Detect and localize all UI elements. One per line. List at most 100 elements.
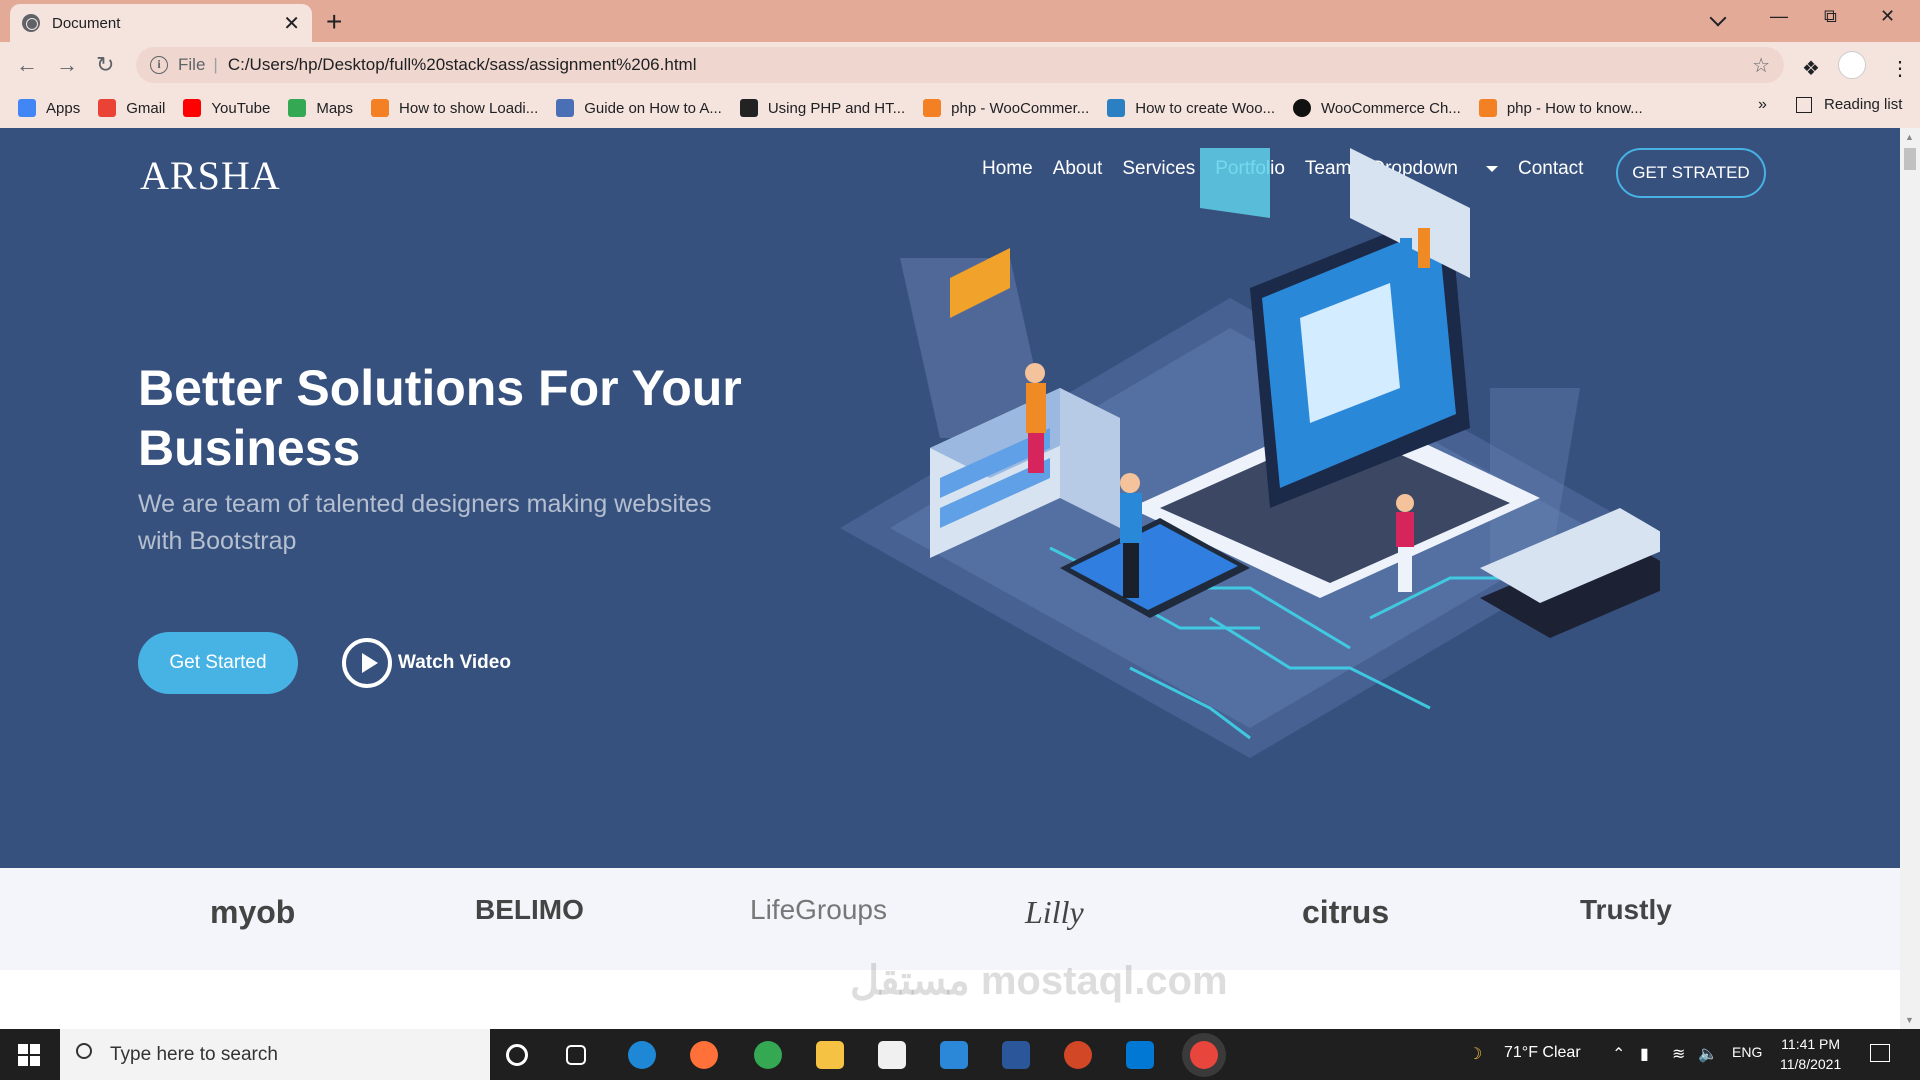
reload-icon[interactable]: ↻ — [96, 52, 114, 78]
new-tab-button[interactable]: + — [326, 6, 342, 38]
firefox-icon[interactable] — [690, 1041, 718, 1069]
client-logo-belimo: BELIMO — [475, 894, 584, 925]
site-logo[interactable]: ARSHA — [140, 152, 281, 199]
taskbar-search-placeholder: Type here to search — [110, 1043, 278, 1065]
tab-title: Document — [52, 14, 121, 32]
bookmark-gmail[interactable]: Gmail — [98, 99, 165, 117]
address-url[interactable]: C:/Users/hp/Desktop/full%20stack/sass/as… — [228, 55, 697, 75]
clients-section: myob BELIMO LifeGroups Lilly citrus Trus… — [0, 868, 1900, 970]
bookmarks-bar: Apps Gmail YouTube Maps How to show Load… — [0, 88, 1920, 128]
bookmark-label: Maps — [316, 99, 354, 117]
powerpoint-icon[interactable] — [1064, 1041, 1092, 1069]
restore-button[interactable]: ⧉ — [1824, 6, 1837, 27]
bookmark-github[interactable]: WooCommerce Ch... — [1293, 99, 1461, 117]
client-logo-trustly: Trustly — [1580, 894, 1672, 925]
bookmark-label: YouTube — [211, 99, 271, 117]
language-indicator[interactable]: ENG — [1732, 1044, 1762, 1060]
clock-time: 11:41 PM — [1781, 1036, 1841, 1052]
watermark: مستقل mostaql.com — [850, 959, 1228, 1003]
wifi-icon[interactable]: ≋ — [1672, 1044, 1685, 1064]
minimize-button[interactable]: — — [1770, 6, 1788, 27]
file-explorer-icon[interactable] — [816, 1041, 844, 1069]
chrome-icon[interactable] — [1190, 1041, 1218, 1069]
apps-grid-icon — [18, 99, 36, 117]
cortana-icon[interactable] — [506, 1044, 528, 1066]
site-info-icon[interactable]: i — [150, 56, 168, 74]
browser-toolbar: ← → ↻ i File | C:/Users/hp/Desktop/full%… — [0, 42, 1920, 88]
store-icon[interactable] — [878, 1041, 906, 1069]
task-view-icon[interactable] — [566, 1045, 586, 1065]
bookmark-create-woo[interactable]: How to create Woo... — [1107, 99, 1275, 117]
more-bookmarks-button[interactable]: » — [1758, 96, 1767, 114]
edge-icon[interactable] — [628, 1041, 656, 1069]
page-viewport: ARSHA Home About Services Portfolio Team… — [0, 128, 1900, 1029]
client-logo-citrus: citrus — [1302, 894, 1390, 930]
bookmark-label: php - How to know... — [1506, 99, 1643, 117]
profile-avatar[interactable] — [1838, 51, 1866, 79]
address-separator: | — [213, 55, 218, 74]
taskbar-clock[interactable]: 11:41 PM 11/8/2021 — [1780, 1034, 1841, 1074]
scroll-thumb[interactable] — [1904, 148, 1916, 170]
github-icon — [1293, 99, 1312, 117]
page-scrollbar[interactable]: ▲ ▼ — [1900, 128, 1920, 1029]
hero-illustration — [840, 148, 1660, 758]
bookmark-stackoverflow-2[interactable]: php - WooCommer... — [923, 99, 1089, 117]
reading-list-button[interactable]: Reading list — [1796, 96, 1902, 113]
close-window-button[interactable]: ✕ — [1880, 6, 1895, 27]
notification-center-icon[interactable] — [1870, 1044, 1890, 1062]
get-started-button[interactable]: Get Started — [138, 632, 298, 694]
back-arrow-icon[interactable]: ← — [16, 52, 38, 78]
show-hidden-icons-icon[interactable]: ⌃ — [1612, 1044, 1625, 1064]
bookmark-label: How to create Woo... — [1135, 99, 1276, 117]
chrome-alt-icon[interactable] — [754, 1041, 782, 1069]
bookmark-label: How to show Loadi... — [399, 99, 539, 117]
stackoverflow-icon — [923, 99, 942, 117]
bookmark-youtube[interactable]: YouTube — [183, 99, 270, 117]
client-logo-lifegroups: LifeGroups — [750, 894, 887, 925]
weather-label[interactable]: 71°F Clear — [1504, 1044, 1581, 1062]
play-circle-icon — [342, 638, 392, 688]
maps-icon — [288, 99, 307, 117]
windows-start-icon[interactable] — [18, 1044, 40, 1066]
bookmark-label: Using PHP and HT... — [767, 99, 906, 117]
client-logo-lilly: Lilly — [1025, 894, 1084, 930]
browser-tab-document[interactable]: Document ✕ — [10, 4, 312, 42]
outlook-icon[interactable] — [1126, 1041, 1154, 1069]
client-logo-myob: myob — [210, 894, 296, 930]
address-bar[interactable]: i File | C:/Users/hp/Desktop/full%20stac… — [136, 47, 1784, 83]
forward-arrow-icon[interactable]: → — [56, 52, 78, 78]
menu-kebab-icon[interactable]: ⋮ — [1890, 56, 1910, 81]
bookmark-using-php[interactable]: Using PHP and HT... — [739, 99, 906, 117]
bookmark-apps[interactable]: Apps — [18, 99, 80, 117]
youtube-icon — [183, 99, 202, 117]
watch-video-label: Watch Video — [398, 652, 511, 673]
word-icon[interactable] — [1002, 1041, 1030, 1069]
bookmark-maps[interactable]: Maps — [288, 99, 353, 117]
weather-moon-icon: ☽ — [1468, 1046, 1483, 1063]
bookmark-label: php - WooCommer... — [951, 99, 1090, 117]
hero-subheadline: We are team of talented designers making… — [138, 490, 712, 555]
clock-date: 11/8/2021 — [1780, 1056, 1842, 1072]
bookmark-label: Gmail — [126, 99, 166, 117]
volume-icon[interactable]: 🔈 — [1698, 1044, 1718, 1064]
bookmark-star-icon[interactable]: ☆ — [1752, 53, 1770, 78]
extensions-puzzle-icon[interactable]: ❖ — [1802, 56, 1820, 81]
hero-section: ARSHA Home About Services Portfolio Team… — [0, 128, 1900, 868]
taskbar-search[interactable]: Type here to search — [60, 1029, 490, 1080]
scroll-up-icon[interactable]: ▲ — [1905, 132, 1914, 142]
bookmark-guide[interactable]: Guide on How to A... — [556, 99, 722, 117]
bookmark-label: Apps — [46, 99, 81, 117]
co-site-icon — [739, 99, 758, 117]
stackoverflow-icon — [371, 99, 390, 117]
bookmark-stackoverflow-3[interactable]: php - How to know... — [1478, 99, 1643, 117]
mail-icon[interactable] — [940, 1041, 968, 1069]
battery-icon[interactable]: ▮ — [1640, 1044, 1649, 1064]
search-icon — [76, 1043, 92, 1059]
scroll-down-icon[interactable]: ▼ — [1905, 1015, 1914, 1025]
close-tab-icon[interactable]: ✕ — [283, 11, 300, 36]
watch-video-link[interactable]: Watch Video — [342, 638, 511, 688]
bookmark-stackoverflow-1[interactable]: How to show Loadi... — [371, 99, 538, 117]
address-scheme: File — [178, 55, 206, 74]
tab-search-icon[interactable] — [1709, 9, 1727, 27]
browser-tabstrip: Document ✕ + — ⧉ ✕ — [0, 0, 1920, 42]
